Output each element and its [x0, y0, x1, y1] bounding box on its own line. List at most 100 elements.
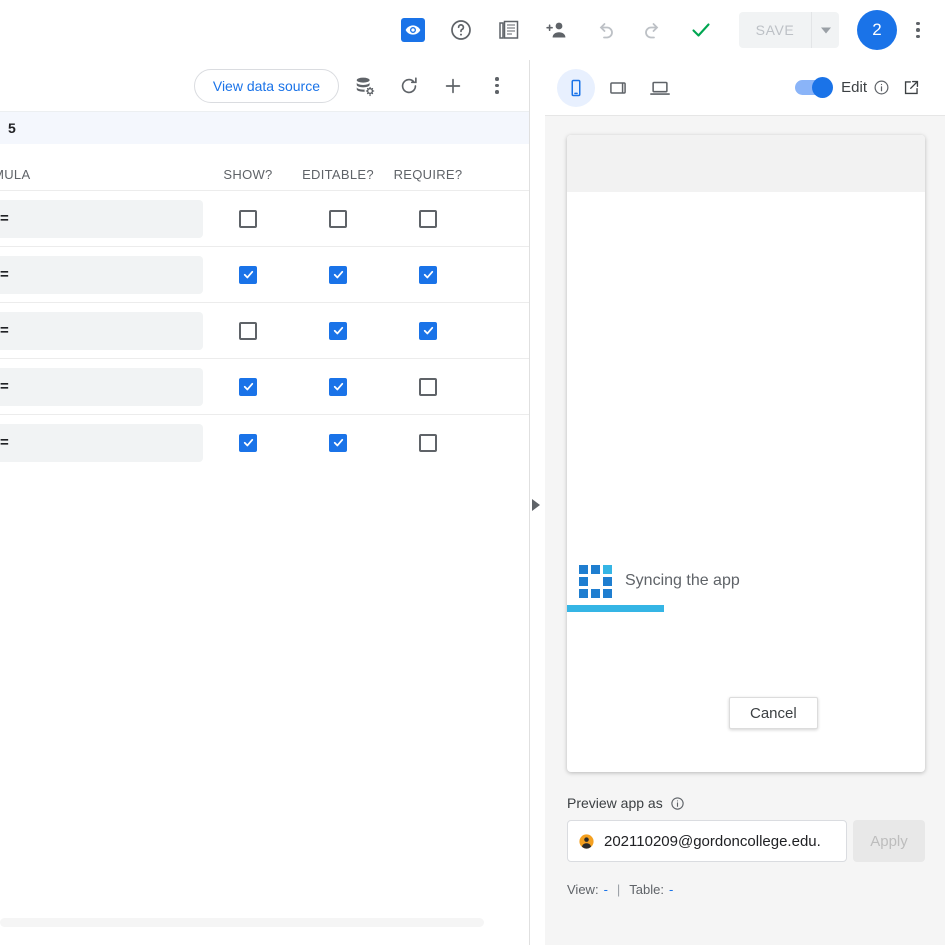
check-icon[interactable]	[681, 10, 721, 50]
column-header-require: REQUIRE?	[393, 167, 463, 182]
require-checkbox[interactable]	[419, 433, 437, 452]
formula-input[interactable]: =	[0, 255, 203, 294]
edit-mode-toggle[interactable]	[795, 77, 834, 98]
formula-cell: =	[0, 367, 203, 406]
table-body: = = = = =	[0, 190, 529, 470]
more-vert-icon[interactable]	[903, 10, 933, 50]
preview-eye-glyph	[401, 18, 425, 42]
sync-status-text: Syncing the app	[625, 572, 740, 589]
refresh-icon[interactable]	[391, 68, 427, 104]
right-panel: Edit Syncing the app Cancel Preview app …	[545, 60, 945, 945]
left-panel: View data source 5 ULA SHOW? EDITABLE? R…	[0, 60, 530, 945]
editable-checkbox[interactable]	[329, 265, 347, 284]
view-data-source-button[interactable]: View data source	[193, 68, 339, 103]
open-external-icon[interactable]	[902, 78, 921, 97]
editable-checkbox[interactable]	[329, 209, 347, 228]
require-checkbox[interactable]	[419, 321, 437, 340]
require-checkbox[interactable]	[419, 377, 437, 396]
preview-eye-icon[interactable]	[393, 10, 433, 50]
editable-cell	[293, 321, 383, 340]
tablet-device-icon[interactable]	[599, 69, 637, 107]
table-header-row: ORMULA SHOW? EDITABLE? REQUIRE?	[0, 144, 529, 190]
top-toolbar: SAVE 2	[0, 0, 945, 60]
show-checkbox[interactable]	[239, 377, 257, 396]
sync-status-area: Syncing the app	[567, 565, 925, 612]
preview-app-as-input-row: 202110209@gordoncollege.edu. Apply	[567, 820, 925, 862]
editable-checkbox[interactable]	[329, 377, 347, 396]
column-header-formula: ORMULA	[0, 167, 31, 182]
add-icon[interactable]	[435, 68, 471, 104]
sync-spinner-icon	[579, 565, 612, 598]
preview-status-line: View: - | Table: -	[567, 882, 925, 897]
avatar-label: 2	[872, 20, 882, 39]
show-checkbox[interactable]	[239, 433, 257, 452]
app-preview-card: Syncing the app Cancel	[567, 135, 925, 772]
account-avatar-icon	[578, 833, 595, 850]
preview-app-as-label: Preview app as	[567, 795, 663, 811]
laptop-device-icon[interactable]	[641, 69, 679, 107]
show-cell	[203, 433, 293, 452]
formula-input[interactable]: =	[0, 367, 203, 406]
show-checkbox[interactable]	[239, 265, 257, 284]
require-cell	[383, 433, 473, 452]
formula-cell: =	[0, 255, 203, 294]
book-icon[interactable]	[489, 10, 529, 50]
horizontal-scrollbar[interactable]	[0, 918, 484, 927]
app-preview-header-band	[567, 135, 925, 192]
left-panel-header: View data source	[0, 60, 529, 112]
apply-button[interactable]: Apply	[853, 820, 925, 862]
table-row: =	[0, 358, 529, 414]
table-row: =	[0, 414, 529, 470]
editable-cell	[293, 433, 383, 452]
avatar[interactable]: 2	[857, 10, 897, 50]
info-icon[interactable]	[873, 79, 890, 96]
status-separator: |	[616, 882, 621, 897]
redo-icon[interactable]	[633, 10, 673, 50]
undo-icon[interactable]	[585, 10, 625, 50]
show-checkbox[interactable]	[239, 321, 257, 340]
phone-device-icon[interactable]	[557, 68, 595, 107]
save-button[interactable]: SAVE	[739, 12, 811, 48]
editable-checkbox[interactable]	[329, 433, 347, 452]
preview-app-as-label-row: Preview app as	[567, 795, 925, 811]
formula-input[interactable]: =	[0, 423, 203, 462]
info-icon[interactable]	[670, 796, 685, 811]
formula-input[interactable]: =	[0, 199, 203, 238]
help-icon[interactable]	[441, 10, 481, 50]
add-person-icon[interactable]	[537, 10, 577, 50]
formula-cell: =	[0, 311, 203, 350]
table-row: =	[0, 302, 529, 358]
save-button-group: SAVE	[739, 12, 839, 48]
show-cell	[203, 209, 293, 228]
show-cell	[203, 265, 293, 284]
cancel-button[interactable]: Cancel	[729, 697, 818, 729]
sync-row: Syncing the app	[567, 565, 925, 598]
column-header-show: SHOW?	[223, 167, 273, 182]
show-cell	[203, 321, 293, 340]
database-settings-icon[interactable]	[347, 68, 383, 104]
editable-checkbox[interactable]	[329, 321, 347, 340]
require-cell	[383, 265, 473, 284]
require-checkbox[interactable]	[419, 209, 437, 228]
sync-progress-track	[567, 605, 925, 612]
require-checkbox[interactable]	[419, 265, 437, 284]
save-dropdown-arrow[interactable]	[811, 12, 839, 48]
panel-collapse-arrow-icon[interactable]	[530, 495, 546, 515]
more-vert-icon[interactable]	[479, 68, 515, 104]
right-panel-header: Edit	[545, 60, 945, 116]
status-table-label: Table:	[629, 882, 664, 897]
require-cell	[383, 321, 473, 340]
formula-input[interactable]: =	[0, 311, 203, 350]
selection-count: 5	[8, 120, 16, 136]
formula-cell: =	[0, 199, 203, 238]
status-view-value: -	[603, 882, 608, 897]
column-header-editable: EDITABLE?	[302, 167, 374, 182]
preview-user-email-field[interactable]: 202110209@gordoncollege.edu.	[567, 820, 847, 862]
table-row: =	[0, 246, 529, 302]
show-checkbox[interactable]	[239, 209, 257, 228]
formula-cell: =	[0, 423, 203, 462]
chevron-right-icon	[532, 499, 540, 511]
preview-user-email-value: 202110209@gordoncollege.edu.	[604, 832, 821, 850]
require-cell	[383, 209, 473, 228]
status-table-value: -	[669, 882, 674, 897]
